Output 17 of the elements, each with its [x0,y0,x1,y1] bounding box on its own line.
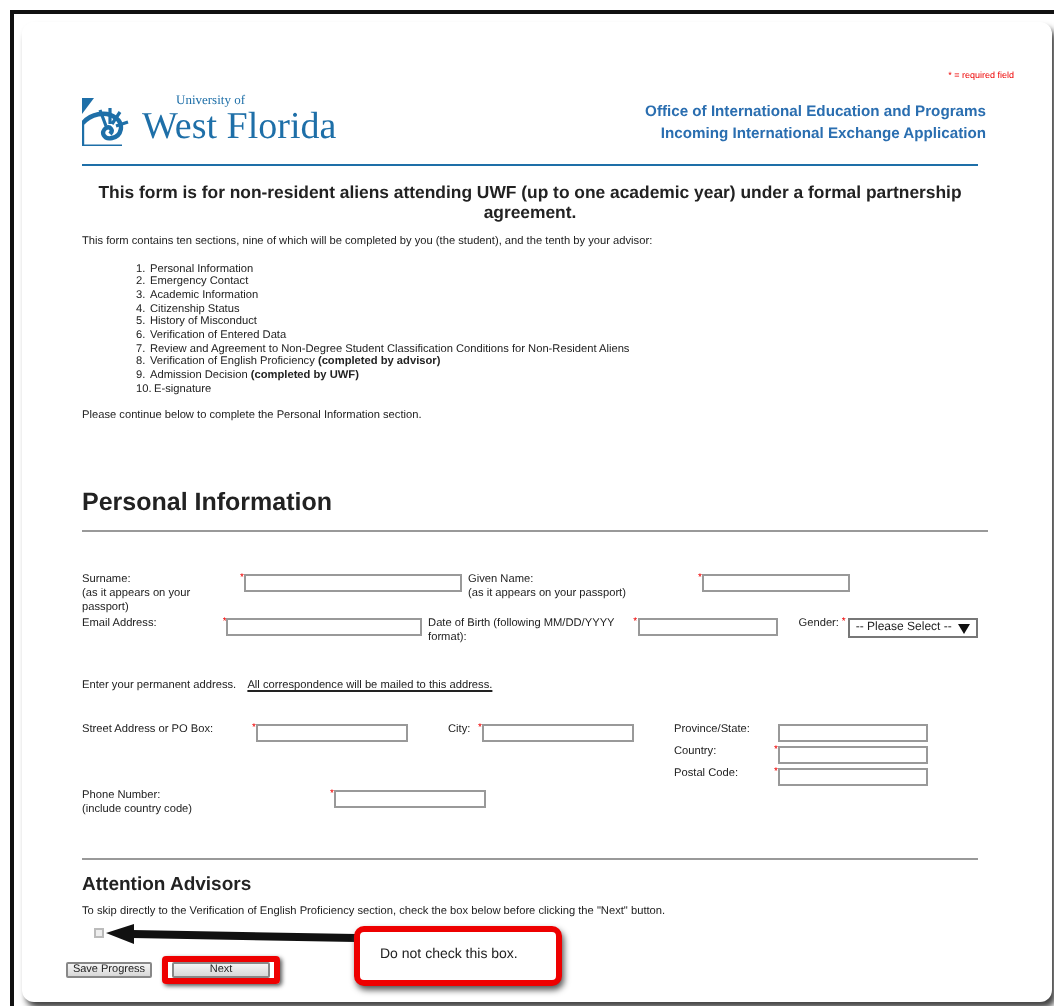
checkbox[interactable] [94,927,104,938]
text-field[interactable] [256,724,408,743]
text-field[interactable] [778,746,928,765]
caret-icon [958,623,971,634]
text-field[interactable] [244,574,462,593]
shell-logo-icon [82,97,134,146]
text-field[interactable] [637,618,778,637]
text-field[interactable] [226,618,423,637]
logo-text: West Florida [142,109,337,146]
section-heading: Attention Advisors [82,873,254,897]
text-field[interactable] [778,724,928,743]
form-title: This form is for non-resident aliens attending UWF (up to one academic year) under a formal partnership agreement. [98,181,962,224]
section-heading: Personal Information [82,488,335,519]
text-field[interactable] [334,790,486,809]
text-field[interactable] [482,724,634,743]
text-field[interactable] [702,574,850,593]
text-field[interactable] [778,768,928,787]
